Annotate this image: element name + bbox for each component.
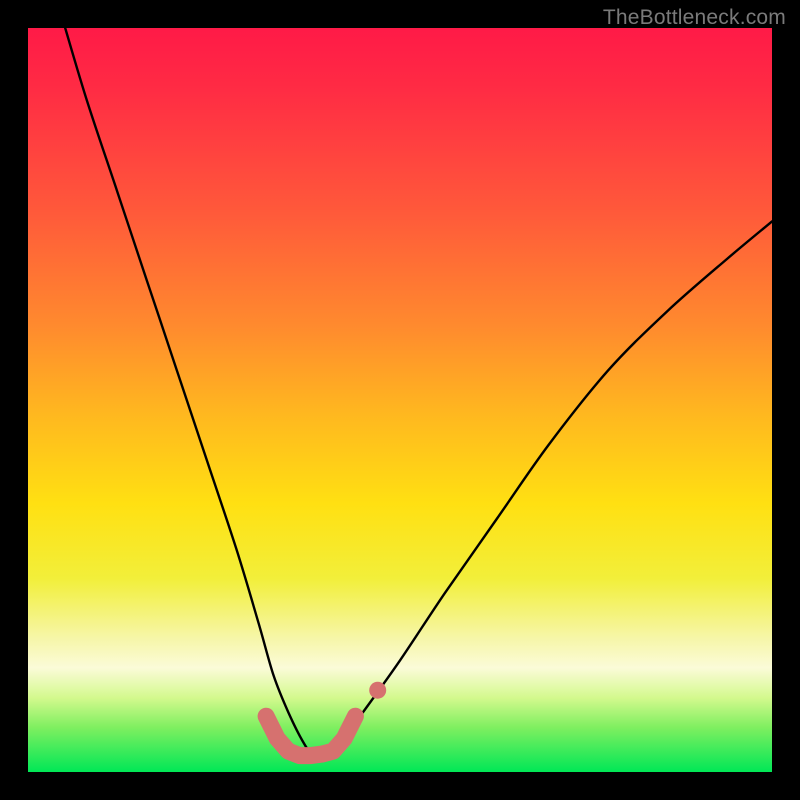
bottleneck-curve [65,28,772,759]
highlight-dot [369,682,386,699]
chart-plot-area [28,28,772,772]
chart-frame: TheBottleneck.com [0,0,800,800]
watermark-text: TheBottleneck.com [603,6,786,30]
chart-svg [28,28,772,772]
highlight-band [266,716,355,755]
